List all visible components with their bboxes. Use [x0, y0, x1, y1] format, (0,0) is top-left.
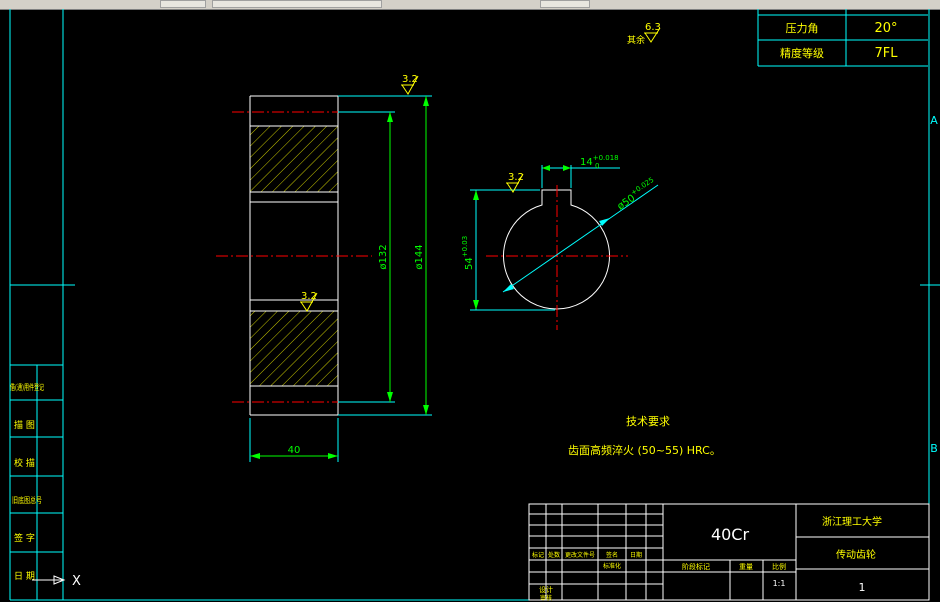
title-standard-label: 标准化: [603, 562, 621, 570]
title-material: 40Cr: [711, 525, 750, 544]
tech-req-text: 齿面高频淬火 (50~55) HRC。: [568, 443, 721, 457]
title-scale-label: 比例: [772, 562, 786, 571]
gear-param-table: 压力角 20° 精度等级 7FL: [757, 9, 928, 67]
title-scale: 1:1: [773, 579, 786, 588]
gear-section-view: ø132 ø144 40 3.2 3.2: [216, 74, 432, 462]
pressure-angle-label: 压力角: [786, 22, 819, 35]
dim-diameter-144: ø144: [414, 244, 425, 269]
dim-keyway-depth: 54+0.03: [461, 236, 475, 270]
surface-finish-other: 其余 6.3: [627, 22, 661, 46]
hatch-lower: [249, 310, 339, 387]
toolbar-button-close[interactable]: [540, 0, 590, 8]
hatch-upper: [249, 125, 339, 193]
title-weight-label: 重量: [739, 563, 753, 571]
surface-finish-other-label: 其余: [627, 34, 645, 46]
title-sheet: 1: [859, 581, 866, 594]
title-row-label-1: 标记: [532, 551, 544, 559]
left-signoff-panel: 借(通)用件登记 描 图 校 描 旧底图总号 签 字 日 期: [10, 364, 63, 600]
dim-bore-diameter: ø50+0.025: [614, 176, 659, 213]
title-block: 40Cr 浙江理工大学 传动齿轮 1 1:1 阶段标记 重量 比例 标记 处数 …: [528, 503, 930, 602]
toolbar-button-layer[interactable]: [160, 0, 206, 8]
cad-drawing-canvas[interactable]: A B 压力角 20° 精度等级 7FL 其余 6.3 ø132 ø144 40…: [0, 9, 940, 602]
title-row-label-2: 处数: [548, 551, 560, 559]
dim-width-40: 40: [288, 445, 301, 456]
dim-diameter-132: ø132: [378, 244, 389, 269]
title-row-label-3: 更改文件号: [565, 551, 595, 559]
left-panel-label-1: 借(通)用件登记: [10, 382, 44, 392]
dim-keyway-tol-bottom: 0: [595, 162, 599, 170]
ucs-icon: X: [32, 574, 81, 589]
zone-marker-a: A: [930, 114, 938, 127]
left-panel-label-3: 校 描: [14, 457, 35, 469]
ucs-x-label: X: [72, 574, 81, 589]
pressure-angle-value: 20°: [874, 21, 897, 36]
precision-grade-label: 精度等级: [780, 46, 824, 60]
title-review-label: 审核: [540, 594, 552, 602]
title-row-label-4: 签名: [606, 551, 618, 559]
left-panel-label-5: 签 字: [14, 532, 35, 544]
zone-marker-b: B: [930, 442, 938, 455]
left-panel-label-6: 日 期: [14, 571, 35, 582]
left-panel-label-4: 旧底图总号: [12, 495, 42, 505]
title-row-label-5: 日期: [630, 551, 642, 559]
toolbar-button-draw[interactable]: [212, 0, 382, 8]
surface-finish-other-value: 6.3: [645, 22, 661, 33]
title-designer-label: 设计: [539, 585, 553, 594]
precision-grade-value: 7FL: [875, 46, 899, 61]
title-school: 浙江理工大学: [822, 515, 882, 528]
tech-req-title: 技术要求: [626, 415, 670, 428]
left-panel-label-2: 描 图: [14, 419, 35, 431]
bore-keyway-view: ø50+0.025 14+0.018 0 54+0.03 3.2: [461, 154, 659, 330]
title-stage-label: 阶段标记: [682, 562, 710, 571]
title-part-name: 传动齿轮: [836, 548, 876, 561]
